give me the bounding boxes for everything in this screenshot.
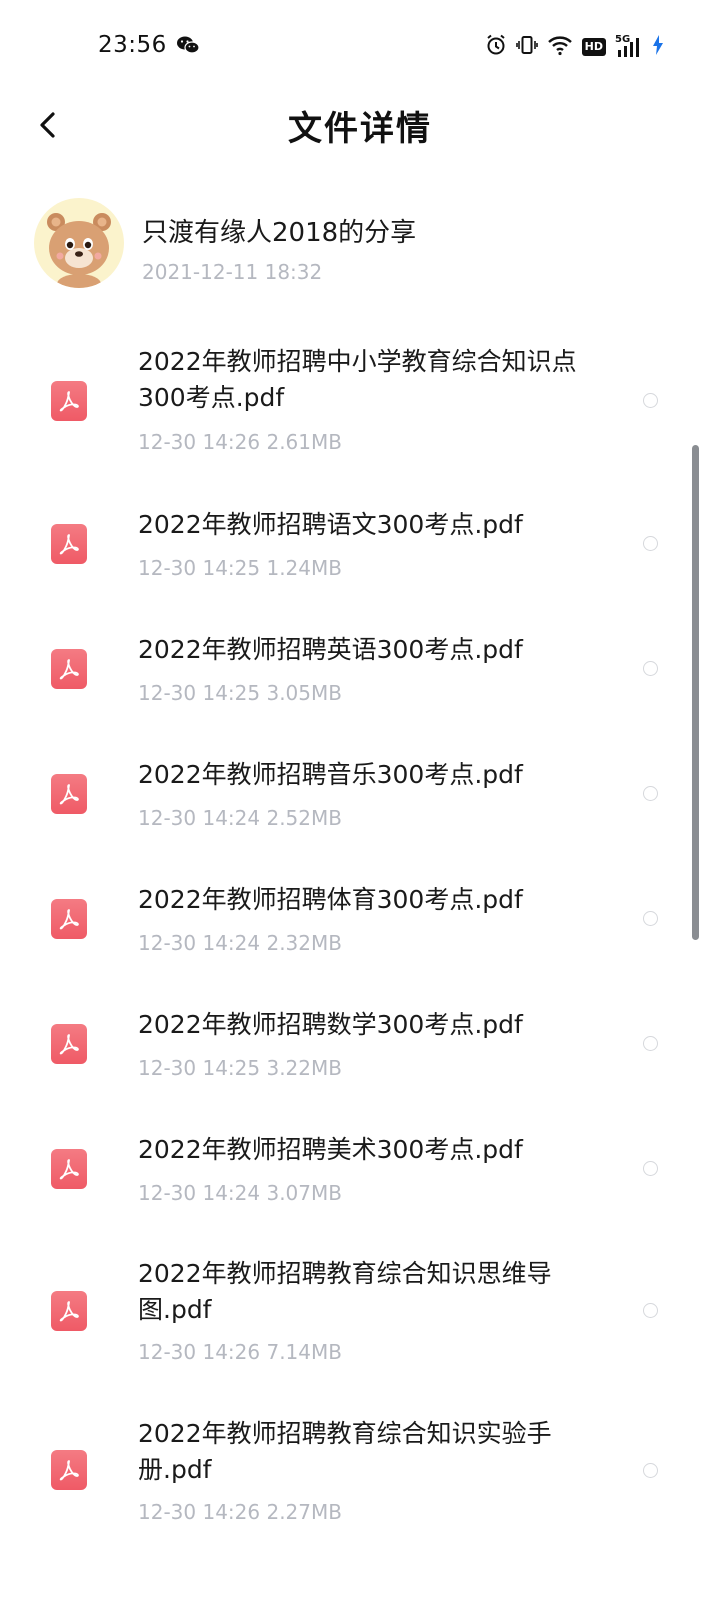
wifi-icon: [547, 34, 573, 60]
file-meta: 12-30 14:25 1.24MB: [138, 556, 342, 580]
file-row[interactable]: 2022年教师招聘美术300考点.pdf 12-30 14:24 3.07MB: [0, 1125, 690, 1225]
avatar[interactable]: [34, 198, 124, 288]
select-radio[interactable]: [643, 786, 658, 801]
cell-signal-icon: 5G: [615, 34, 643, 58]
select-radio[interactable]: [643, 536, 658, 551]
status-bar: 23:56 HD 5G: [0, 0, 720, 95]
select-radio[interactable]: [643, 393, 658, 408]
file-meta: 12-30 14:26 7.14MB: [138, 1340, 342, 1364]
share-time: 2021-12-11 18:32: [142, 260, 323, 284]
charging-icon: [652, 34, 664, 60]
select-radio[interactable]: [643, 911, 658, 926]
file-row[interactable]: 2022年教师招聘英语300考点.pdf 12-30 14:25 3.05MB: [0, 625, 690, 725]
pdf-icon: [51, 774, 87, 814]
pdf-icon: [51, 1450, 87, 1490]
bear-avatar-icon: [47, 213, 111, 288]
file-row[interactable]: 2022年教师招聘语文300考点.pdf 12-30 14:25 1.24MB: [0, 500, 690, 600]
file-row[interactable]: 2022年教师招聘数学300考点.pdf 12-30 14:25 3.22MB: [0, 1000, 690, 1100]
hd-badge: HD: [581, 38, 606, 56]
pdf-icon: [51, 524, 87, 564]
select-radio[interactable]: [643, 1463, 658, 1478]
file-row[interactable]: 2022年教师招聘音乐300考点.pdf 12-30 14:24 2.52MB: [0, 750, 690, 850]
file-name: 2022年教师招聘英语300考点.pdf: [138, 635, 523, 664]
pdf-icon: [51, 1024, 87, 1064]
file-row[interactable]: 2022年教师招聘体育300考点.pdf 12-30 14:24 2.32MB: [0, 875, 690, 975]
select-radio[interactable]: [643, 1161, 658, 1176]
file-meta: 12-30 14:24 2.52MB: [138, 806, 342, 830]
select-radio[interactable]: [643, 661, 658, 676]
file-meta: 12-30 14:24 2.32MB: [138, 931, 342, 955]
file-meta: 12-30 14:26 2.61MB: [138, 430, 342, 454]
file-name: 2022年教师招聘中小学教育综合知识点300考点.pdf: [138, 347, 577, 412]
pdf-icon: [51, 649, 87, 689]
file-meta: 12-30 14:25 3.22MB: [138, 1056, 342, 1080]
select-radio[interactable]: [643, 1303, 658, 1318]
sharer-name: 只渡有缘人2018的分享: [142, 218, 417, 248]
file-name: 2022年教师招聘体育300考点.pdf: [138, 885, 523, 914]
pdf-icon: [51, 899, 87, 939]
file-row[interactable]: 2022年教师招聘教育综合知识实验手册.pdf 12-30 14:26 2.27…: [0, 1412, 690, 1542]
wechat-icon: [176, 35, 200, 59]
pdf-icon: [51, 1149, 87, 1189]
page-title: 文件详情: [288, 109, 432, 149]
file-name: 2022年教师招聘教育综合知识思维导图.pdf: [138, 1259, 552, 1324]
pdf-icon: [51, 381, 87, 421]
status-time: 23:56: [98, 32, 167, 58]
file-meta: 12-30 14:24 3.07MB: [138, 1181, 342, 1205]
file-name: 2022年教师招聘教育综合知识实验手册.pdf: [138, 1419, 552, 1484]
file-name: 2022年教师招聘数学300考点.pdf: [138, 1010, 523, 1039]
scrollbar[interactable]: [692, 445, 699, 940]
select-radio[interactable]: [643, 1036, 658, 1051]
file-name: 2022年教师招聘音乐300考点.pdf: [138, 760, 523, 789]
file-row[interactable]: 2022年教师招聘教育综合知识思维导图.pdf 12-30 14:26 7.14…: [0, 1250, 690, 1380]
alarm-icon: [485, 34, 507, 60]
file-meta: 12-30 14:25 3.05MB: [138, 681, 342, 705]
file-row[interactable]: 2022年教师招聘中小学教育综合知识点300考点.pdf 12-30 14:26…: [0, 340, 690, 465]
header-bar: 文件详情: [0, 95, 720, 155]
file-meta: 12-30 14:26 2.27MB: [138, 1500, 342, 1524]
vibrate-icon: [515, 34, 538, 60]
pdf-icon: [51, 1291, 87, 1331]
file-name: 2022年教师招聘语文300考点.pdf: [138, 510, 523, 539]
file-name: 2022年教师招聘美术300考点.pdf: [138, 1135, 523, 1164]
